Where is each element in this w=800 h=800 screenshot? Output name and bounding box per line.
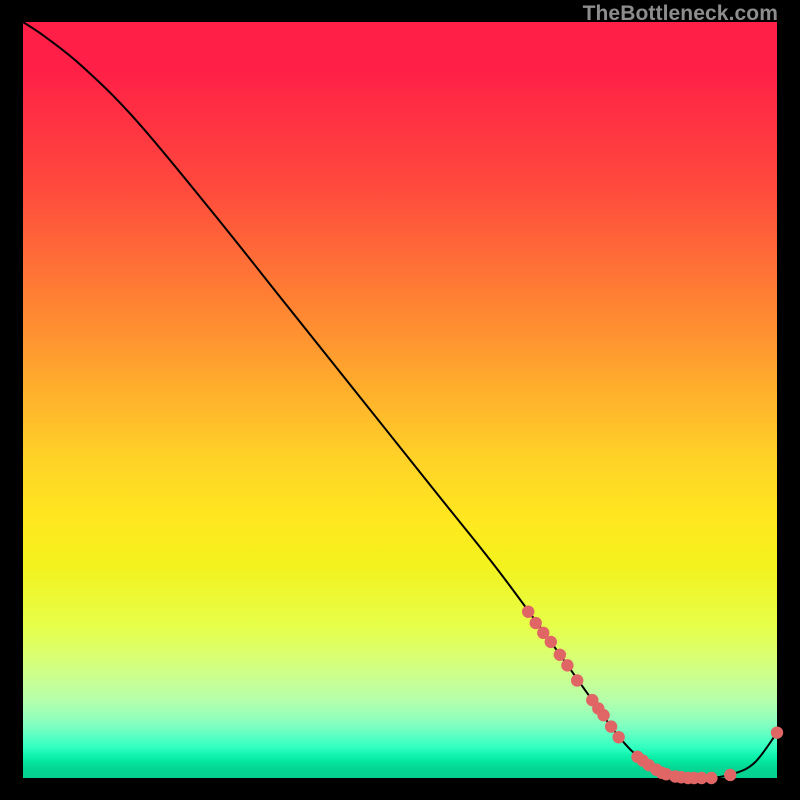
data-point: [597, 709, 609, 721]
data-point: [771, 726, 783, 738]
bottleneck-curve: [23, 22, 777, 779]
data-point: [554, 649, 566, 661]
watermark-text: TheBottleneck.com: [583, 2, 778, 26]
data-point: [545, 636, 557, 648]
data-point: [724, 769, 736, 781]
data-point: [530, 617, 542, 629]
data-point: [522, 605, 534, 617]
data-point: [705, 772, 717, 784]
chart-stage: TheBottleneck.com: [0, 0, 800, 800]
data-point: [612, 731, 624, 743]
data-point: [605, 720, 617, 732]
data-point: [561, 659, 573, 671]
chart-overlay: [23, 22, 777, 778]
data-point: [571, 674, 583, 686]
